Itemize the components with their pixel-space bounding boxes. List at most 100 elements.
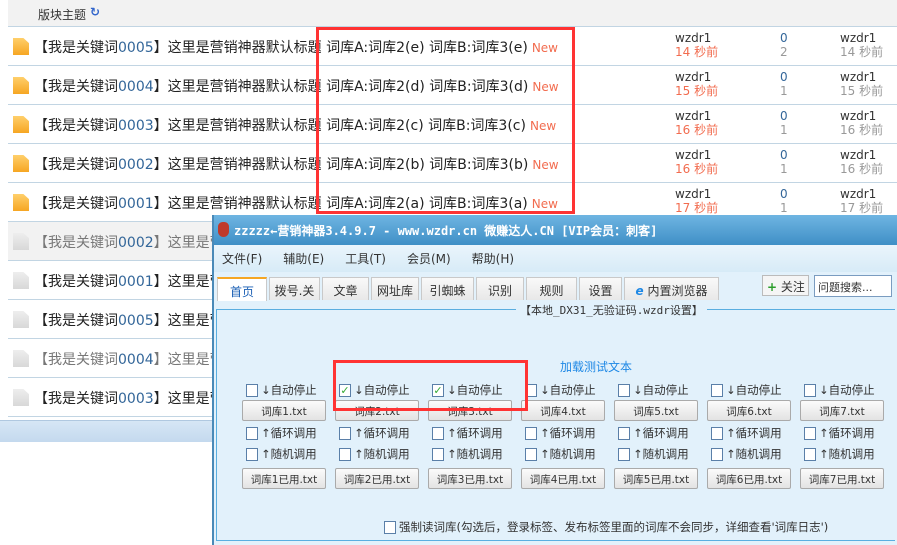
tab-4[interactable]: 引蜘蛛 (421, 277, 474, 300)
checkbox[interactable] (525, 383, 537, 397)
lib-file-button[interactable]: 词库6.txt (707, 400, 791, 421)
lib-used-button[interactable]: 词库5已用.txt (614, 468, 698, 489)
auto-stop-checkbox[interactable]: ↓自动停止 (618, 382, 689, 398)
checkbox[interactable] (246, 426, 258, 440)
checkbox[interactable] (525, 426, 537, 440)
cycle-checkbox[interactable]: ↑循环调用 (711, 425, 782, 441)
menu-item[interactable]: 工具(T) (345, 250, 386, 267)
cycle-checkbox[interactable]: ↑循环调用 (525, 425, 596, 441)
auto-stop-checkbox[interactable]: ✓ ↓自动停止 (339, 382, 410, 398)
menu-item[interactable]: 辅助(E) (283, 250, 324, 267)
cycle-checkbox[interactable]: ↑循环调用 (618, 425, 689, 441)
topic-link[interactable]: 【我是关键词0003】这里是营销神器默认标题 词库A:词库2(c) 词库B:词库… (34, 115, 556, 135)
follow-button[interactable]: + 关注 (762, 275, 809, 296)
tab-1[interactable]: 拨号.关 (269, 277, 320, 300)
lib-used-button[interactable]: 词库1已用.txt (242, 468, 326, 489)
topic-link[interactable]: 【我是关键词0001】这里是营 (34, 271, 224, 291)
random-checkbox[interactable]: ↑随机调用 (618, 446, 689, 462)
lib-file-button[interactable]: 词库4.txt (521, 400, 605, 421)
author-link[interactable]: wzdr1 (675, 70, 718, 84)
last-poster[interactable]: wzdr1 (840, 31, 883, 45)
checkbox[interactable] (618, 426, 630, 440)
cycle-checkbox[interactable]: ↑循环调用 (246, 425, 317, 441)
topic-row[interactable]: 【我是关键词0003】这里是营销神器默认标题 词库A:词库2(c) 词库B:词库… (8, 105, 897, 144)
search-input[interactable]: 问题搜索... (814, 275, 892, 297)
topic-link[interactable]: 【我是关键词0005】这里是营销神器默认标题 词库A:词库2(e) 词库B:词库… (34, 37, 558, 57)
tab-5[interactable]: 识别 (476, 277, 524, 300)
checkbox[interactable] (339, 447, 351, 461)
checkbox[interactable] (618, 383, 630, 397)
topic-link[interactable]: 【我是关键词0002】这里是营销神器默认标题 词库A:词库2(b) 词库B:词库… (34, 154, 559, 174)
lib-used-button[interactable]: 词库4已用.txt (521, 468, 605, 489)
checkbox[interactable]: ✓ (339, 383, 351, 397)
load-test-text-link[interactable]: 加载测试文本 (560, 358, 632, 375)
checkbox[interactable] (525, 447, 537, 461)
lib-used-button[interactable]: 词库3已用.txt (428, 468, 512, 489)
lib-file-button[interactable]: 词库7.txt (800, 400, 884, 421)
topic-link[interactable]: 【我是关键词0001】这里是营销神器默认标题 词库A:词库2(a) 词库B:词库… (34, 193, 558, 213)
lib-file-button[interactable]: 词库5.txt (614, 400, 698, 421)
tab-2[interactable]: 文章 (322, 277, 369, 300)
menu-item[interactable]: 会员(M) (407, 250, 451, 267)
random-checkbox[interactable]: ↑随机调用 (804, 446, 875, 462)
checkbox[interactable] (618, 447, 630, 461)
random-checkbox[interactable]: ↑随机调用 (339, 446, 410, 462)
menu-item[interactable]: 文件(F) (222, 250, 262, 267)
tab-3[interactable]: 网址库 (371, 277, 419, 300)
topic-link[interactable]: 【我是关键词0002】这里是营 (34, 232, 224, 252)
author-link[interactable]: wzdr1 (675, 109, 718, 123)
last-poster[interactable]: wzdr1 (840, 109, 883, 123)
checkbox[interactable] (711, 447, 723, 461)
title-bar[interactable]: zzzzz←营销神器3.4.9.7 - www.wzdr.cn 微赚达人.CN … (214, 215, 897, 245)
cycle-checkbox[interactable]: ↑循环调用 (432, 425, 503, 441)
checkbox[interactable] (246, 383, 258, 397)
random-checkbox[interactable]: ↑随机调用 (525, 446, 596, 462)
auto-stop-checkbox[interactable]: ↓自动停止 (525, 382, 596, 398)
refresh-icon[interactable]: ↻ (90, 5, 100, 19)
checkbox[interactable]: ✓ (432, 383, 444, 397)
cycle-checkbox[interactable]: ↑循环调用 (339, 425, 410, 441)
auto-stop-checkbox[interactable]: ↓自动停止 (804, 382, 875, 398)
topic-row[interactable]: 【我是关键词0004】这里是营销神器默认标题 词库A:词库2(d) 词库B:词库… (8, 66, 897, 105)
checkbox[interactable] (384, 520, 396, 534)
checkbox[interactable] (804, 447, 816, 461)
cycle-checkbox[interactable]: ↑循环调用 (804, 425, 875, 441)
topic-link[interactable]: 【我是关键词0004】这里是营销神器默认标题 词库A:词库2(d) 词库B:词库… (34, 76, 559, 96)
force-read-checkbox[interactable]: 强制读词库(勾选后，登录标签、发布标签里面的词库不会同步，详细查看'词库日志') (384, 519, 828, 535)
tab-8[interactable]: e 内置浏览器 (624, 277, 719, 300)
checkbox[interactable] (711, 426, 723, 440)
last-poster[interactable]: wzdr1 (840, 148, 883, 162)
checkbox[interactable] (711, 383, 723, 397)
checkbox[interactable] (804, 383, 816, 397)
random-checkbox[interactable]: ↑随机调用 (246, 446, 317, 462)
checkbox[interactable] (432, 426, 444, 440)
auto-stop-checkbox[interactable]: ↓自动停止 (711, 382, 782, 398)
last-poster[interactable]: wzdr1 (840, 70, 883, 84)
lib-used-button[interactable]: 词库6已用.txt (707, 468, 791, 489)
topic-link[interactable]: 【我是关键词0003】这里是营 (34, 388, 224, 408)
author-link[interactable]: wzdr1 (675, 31, 718, 45)
random-checkbox[interactable]: ↑随机调用 (711, 446, 782, 462)
topic-link[interactable]: 【我是关键词0005】这里是营 (34, 310, 224, 330)
lib-file-button[interactable]: 词库1.txt (242, 400, 326, 421)
auto-stop-checkbox[interactable]: ✓ ↓自动停止 (432, 382, 503, 398)
lib-file-button[interactable]: 词库2.txt (335, 400, 419, 421)
checkbox[interactable] (432, 447, 444, 461)
topic-link[interactable]: 【我是关键词0004】这里是营 (34, 349, 224, 369)
last-poster[interactable]: wzdr1 (840, 187, 883, 201)
tab-7[interactable]: 设置 (579, 277, 622, 300)
menu-item[interactable]: 帮助(H) (472, 250, 514, 267)
lib-used-button[interactable]: 词库2已用.txt (335, 468, 419, 489)
checkbox[interactable] (246, 447, 258, 461)
random-checkbox[interactable]: ↑随机调用 (432, 446, 503, 462)
tab-0[interactable]: 首页 (217, 277, 267, 301)
checkbox[interactable] (339, 426, 351, 440)
author-link[interactable]: wzdr1 (675, 148, 718, 162)
lib-used-button[interactable]: 词库7已用.txt (800, 468, 884, 489)
topic-row[interactable]: 【我是关键词0002】这里是营销神器默认标题 词库A:词库2(b) 词库B:词库… (8, 144, 897, 183)
topic-row[interactable]: 【我是关键词0005】这里是营销神器默认标题 词库A:词库2(e) 词库B:词库… (8, 27, 897, 66)
auto-stop-checkbox[interactable]: ↓自动停止 (246, 382, 317, 398)
tab-6[interactable]: 规则 (526, 277, 577, 300)
checkbox[interactable] (804, 426, 816, 440)
lib-file-button[interactable]: 词库3.txt (428, 400, 512, 421)
